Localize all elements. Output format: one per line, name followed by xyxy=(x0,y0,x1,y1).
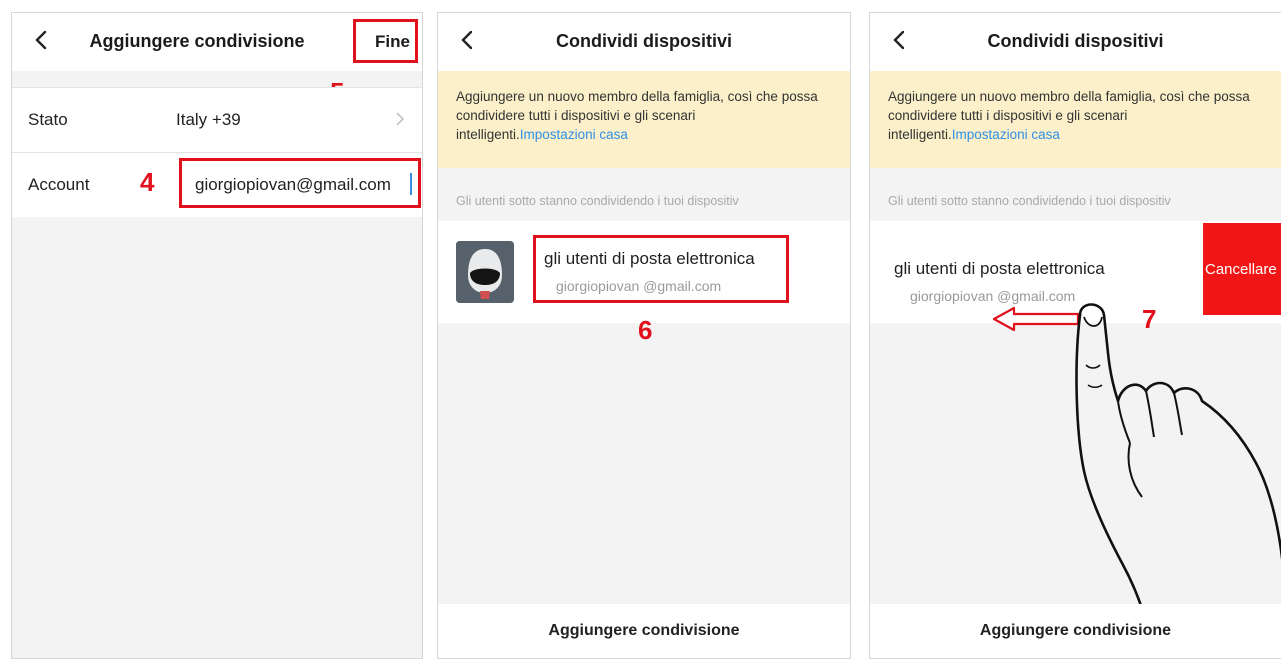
add-share-button[interactable]: Aggiungere condivisione xyxy=(438,604,850,658)
chevron-right-icon xyxy=(396,112,404,126)
banner-text: Aggiungere un nuovo membro della famigli… xyxy=(888,89,1250,142)
add-share-button[interactable]: Aggiungere condivisione xyxy=(870,604,1281,658)
home-settings-link[interactable]: Impostazioni casa xyxy=(520,127,628,142)
country-row[interactable]: Stato Italy +39 xyxy=(12,87,422,152)
page-title: Condividi dispositivi xyxy=(555,31,732,51)
user-name: gli utenti di posta elettronica xyxy=(894,259,1105,278)
step-6-marker: 6 xyxy=(638,315,653,345)
user-email: giorgiopiovan @gmail.com xyxy=(910,288,1076,304)
account-label: Account xyxy=(28,175,90,194)
user-highlight xyxy=(533,235,789,303)
section-label: Gli utenti sotto stanno condividendo i t… xyxy=(456,194,739,208)
screen-share-devices: Condividi dispositivi Aggiungere un nuov… xyxy=(437,12,851,659)
banner-text: Aggiungere un nuovo membro della famigli… xyxy=(456,89,818,142)
nav-bar: Condividi dispositivi xyxy=(438,13,850,71)
done-highlight xyxy=(353,19,418,63)
screen-share-devices-swipe: Condividi dispositivi Aggiungere un nuov… xyxy=(869,12,1281,659)
avatar-icon xyxy=(456,241,514,303)
country-label: Stato xyxy=(28,110,68,129)
country-value: Italy +39 xyxy=(176,110,241,129)
page-title: Condividi dispositivi xyxy=(987,31,1164,51)
section-label: Gli utenti sotto stanno condividendo i t… xyxy=(888,194,1171,208)
info-banner: Aggiungere un nuovo membro della famigli… xyxy=(438,71,850,168)
home-settings-link[interactable]: Impostazioni casa xyxy=(952,127,1060,142)
delete-label: Cancellare xyxy=(1205,260,1277,278)
step-4-marker: 4 xyxy=(140,167,155,197)
info-banner: Aggiungere un nuovo membro della famigli… xyxy=(870,71,1281,168)
nav-bar: Condividi dispositivi xyxy=(870,13,1281,71)
account-highlight xyxy=(179,158,421,208)
screen-add-share: Aggiungere condivisione Fine 5 Stato Ita… xyxy=(11,12,423,659)
